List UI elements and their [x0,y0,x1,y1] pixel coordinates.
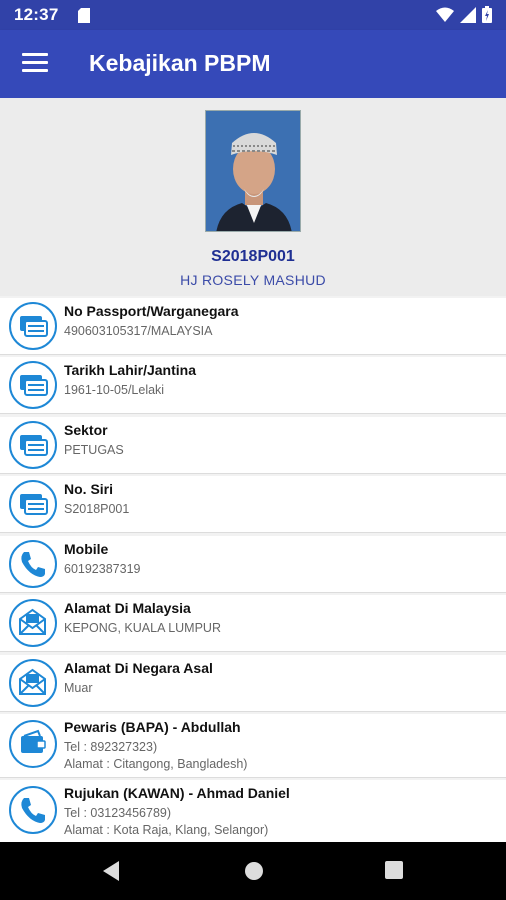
system-icons [436,6,492,23]
list-item[interactable]: Tarikh Lahir/Jantina 1961-10-05/Lelaki [0,357,506,414]
item-value: PETUGAS [64,443,124,457]
item-label: Alamat Di Negara Asal [64,660,213,676]
status-bar: 12:37 [0,0,506,30]
item-value: Tel : 03123456789) [64,806,172,820]
list-item[interactable]: Sektor PETUGAS [0,417,506,474]
item-label: Pewaris (BAPA) - Abdullah [64,719,241,735]
home-icon[interactable] [243,860,265,882]
item-value: Muar [64,681,93,695]
app-title: Kebajikan PBPM [89,50,271,76]
id-card-icon [9,302,57,350]
battery-icon [482,6,492,23]
list-item[interactable]: Mobile 60192387319 [0,536,506,593]
item-value: 1961-10-05/Lelaki [64,383,165,397]
item-value: Tel : 892327323) [64,740,158,754]
item-label: No Passport/Warganegara [64,303,239,319]
item-label: Rujukan (KAWAN) - Ahmad Daniel [64,785,290,801]
item-label: Mobile [64,541,109,557]
list-item[interactable]: No. Siri S2018P001 [0,476,506,533]
profile-header: S2018P001 HJ ROSELY MASHUD [0,98,506,296]
item-value: 60192387319 [64,562,141,576]
status-time: 12:37 [14,5,59,24]
phone-icon [9,540,57,588]
phone-icon [9,786,57,834]
item-label: Sektor [64,422,108,438]
signal-icon [460,6,476,23]
id-card-icon [9,480,57,528]
item-value-secondary: Alamat : Citangong, Bangladesh) [64,757,248,771]
list-item[interactable]: Rujukan (KAWAN) - Ahmad Daniel Tel : 031… [0,780,506,844]
item-value: 490603105317/MALAYSIA [64,324,213,338]
member-name: HJ ROSELY MASHUD [180,272,326,288]
item-value: S2018P001 [64,502,130,516]
mail-icon [9,659,57,707]
wifi-icon [436,7,454,22]
list-item[interactable]: No Passport/Warganegara 490603105317/MAL… [0,298,506,355]
list-item[interactable]: Pewaris (BAPA) - Abdullah Tel : 89232732… [0,714,506,778]
item-value: KEPONG, KUALA LUMPUR [64,621,221,635]
member-id: S2018P001 [211,248,295,265]
id-card-icon [9,361,57,409]
item-label: Alamat Di Malaysia [64,600,191,616]
id-card-icon [9,421,57,469]
item-label: No. Siri [64,481,114,497]
list-item[interactable]: Alamat Di Negara Asal Muar [0,655,506,712]
back-icon[interactable] [101,860,121,882]
mail-icon [9,599,57,647]
profile-photo [205,110,301,232]
recents-icon[interactable] [384,860,404,880]
wallet-icon [9,720,57,768]
sd-card-icon [78,8,90,23]
list-item[interactable]: Alamat Di Malaysia KEPONG, KUALA LUMPUR [0,595,506,652]
item-label: Tarikh Lahir/Jantina [64,362,196,378]
menu-icon[interactable] [22,53,48,75]
app-bar: Kebajikan PBPM [0,30,506,98]
system-nav-bar [0,842,506,900]
item-value-secondary: Alamat : Kota Raja, Klang, Selangor) [64,823,269,837]
